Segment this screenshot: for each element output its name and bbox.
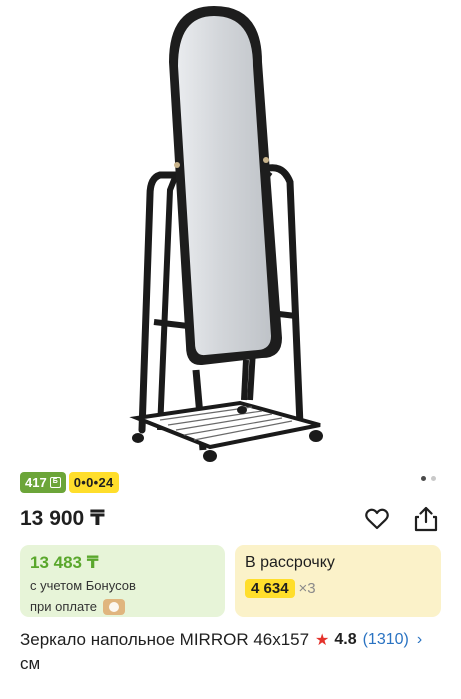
bonus-badge-value: 417	[25, 475, 47, 490]
product-title: Зеркало напольное MIRROR 46x157 см	[20, 630, 310, 673]
share-icon[interactable]	[412, 505, 440, 533]
bonus-price: 13 483 ₸	[30, 553, 99, 572]
badge-row: 417 Б 0•0•24	[20, 472, 119, 493]
bonus-line-2: при оплате	[30, 598, 215, 615]
gallery-pager[interactable]	[421, 476, 436, 481]
review-count[interactable]: (1310)	[363, 631, 409, 649]
installment-multiplier: ×3	[298, 580, 316, 597]
bonus-price-card[interactable]: 13 483 ₸ с учетом Бонусов при оплате	[20, 545, 225, 617]
star-icon: ★	[315, 632, 330, 649]
bonus-badge: 417 Б	[20, 472, 66, 493]
chevron-right-icon[interactable]: ›	[417, 631, 422, 649]
product-image	[129, 6, 323, 462]
product-price: 13 900 ₸	[20, 507, 105, 530]
installment-amount: 4 634	[245, 579, 295, 598]
bonus-coin-icon: Б	[49, 477, 61, 488]
installment-badge: 0•0•24	[68, 472, 119, 493]
pager-dot-active[interactable]	[421, 476, 426, 481]
installment-row: 4 634 ×3	[245, 579, 431, 598]
pager-dot[interactable]	[431, 476, 436, 481]
rating-link[interactable]: ★ 4.8 (1310) ›	[315, 630, 422, 650]
rating-value: 4.8	[334, 631, 357, 648]
installment-title: В рассрочку	[245, 554, 335, 571]
product-image-gallery[interactable]	[0, 0, 461, 468]
payment-coin-icon	[102, 598, 125, 615]
bonus-line-1: с учетом Бонусов	[30, 578, 136, 593]
bonus-line-2-text: при оплате	[30, 599, 97, 614]
installment-card[interactable]: В рассрочку 4 634 ×3	[235, 545, 441, 617]
heart-icon[interactable]	[363, 505, 391, 533]
